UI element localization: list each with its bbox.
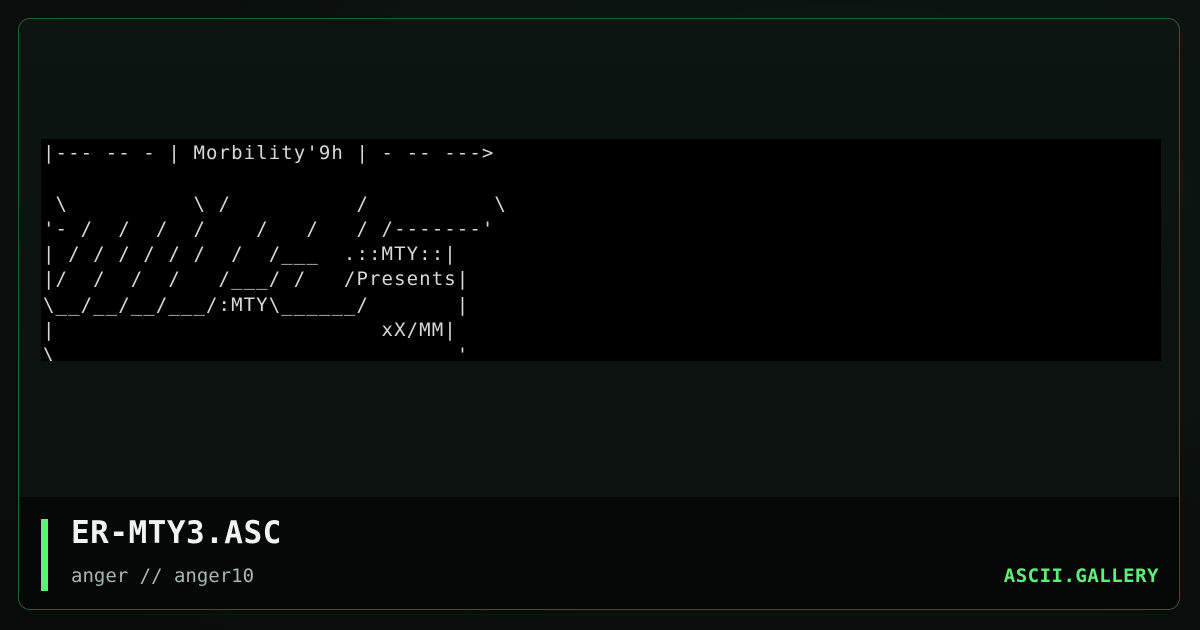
file-title: ER-MTY3.ASC [71, 515, 282, 551]
ascii-art: |--- -- - | Morbility'9h | - -- ---> \ \… [43, 142, 507, 361]
ascii-art-panel: |--- -- - | Morbility'9h | - -- ---> \ \… [41, 139, 1161, 361]
preview-card: |--- -- - | Morbility'9h | - -- ---> \ \… [18, 18, 1180, 610]
site-brand: ASCII.GALLERY [1003, 565, 1159, 587]
footer-bar: ER-MTY3.ASC anger // anger10 ASCII.GALLE… [19, 497, 1179, 609]
artist-pack-subtitle: anger // anger10 [71, 565, 255, 587]
accent-bar [41, 519, 48, 591]
